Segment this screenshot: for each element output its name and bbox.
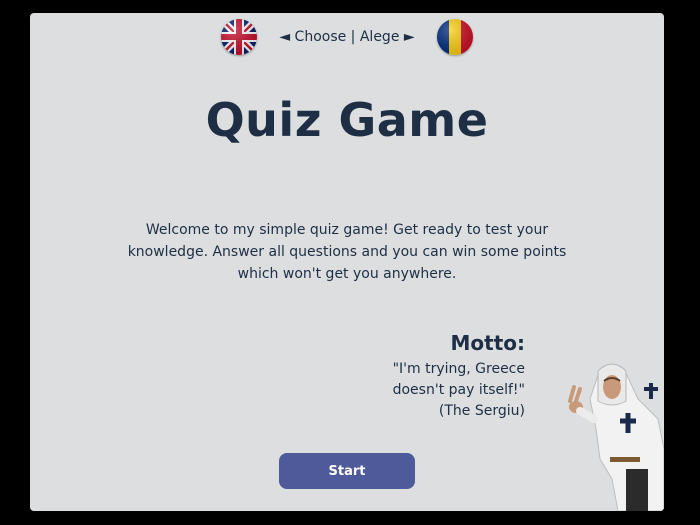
page-title: Quiz Game [205,93,489,147]
language-selector: ◄ Choose | Alege ► [30,17,664,57]
motto-block: Motto: "I'm trying, Greece doesn't pay i… [393,331,525,422]
motto-line: "I'm trying, Greece [392,361,525,377]
motto-line: doesn't pay itself!" [392,382,525,398]
choose-language-label: ◄ Choose | Alege ► [279,29,415,45]
uk-flag-icon[interactable] [221,19,258,55]
romania-flag-icon[interactable] [436,19,473,55]
quiz-card: ◄ Choose | Alege ► Quiz Game Welcome to … [30,13,664,511]
crusader-character-image [568,363,664,511]
motto-heading: Motto: [450,331,525,355]
welcome-text: Welcome to my simple quiz game! Get read… [127,222,567,282]
start-button[interactable]: Start [279,453,415,489]
motto-author: (The Sergiu) [438,403,525,419]
